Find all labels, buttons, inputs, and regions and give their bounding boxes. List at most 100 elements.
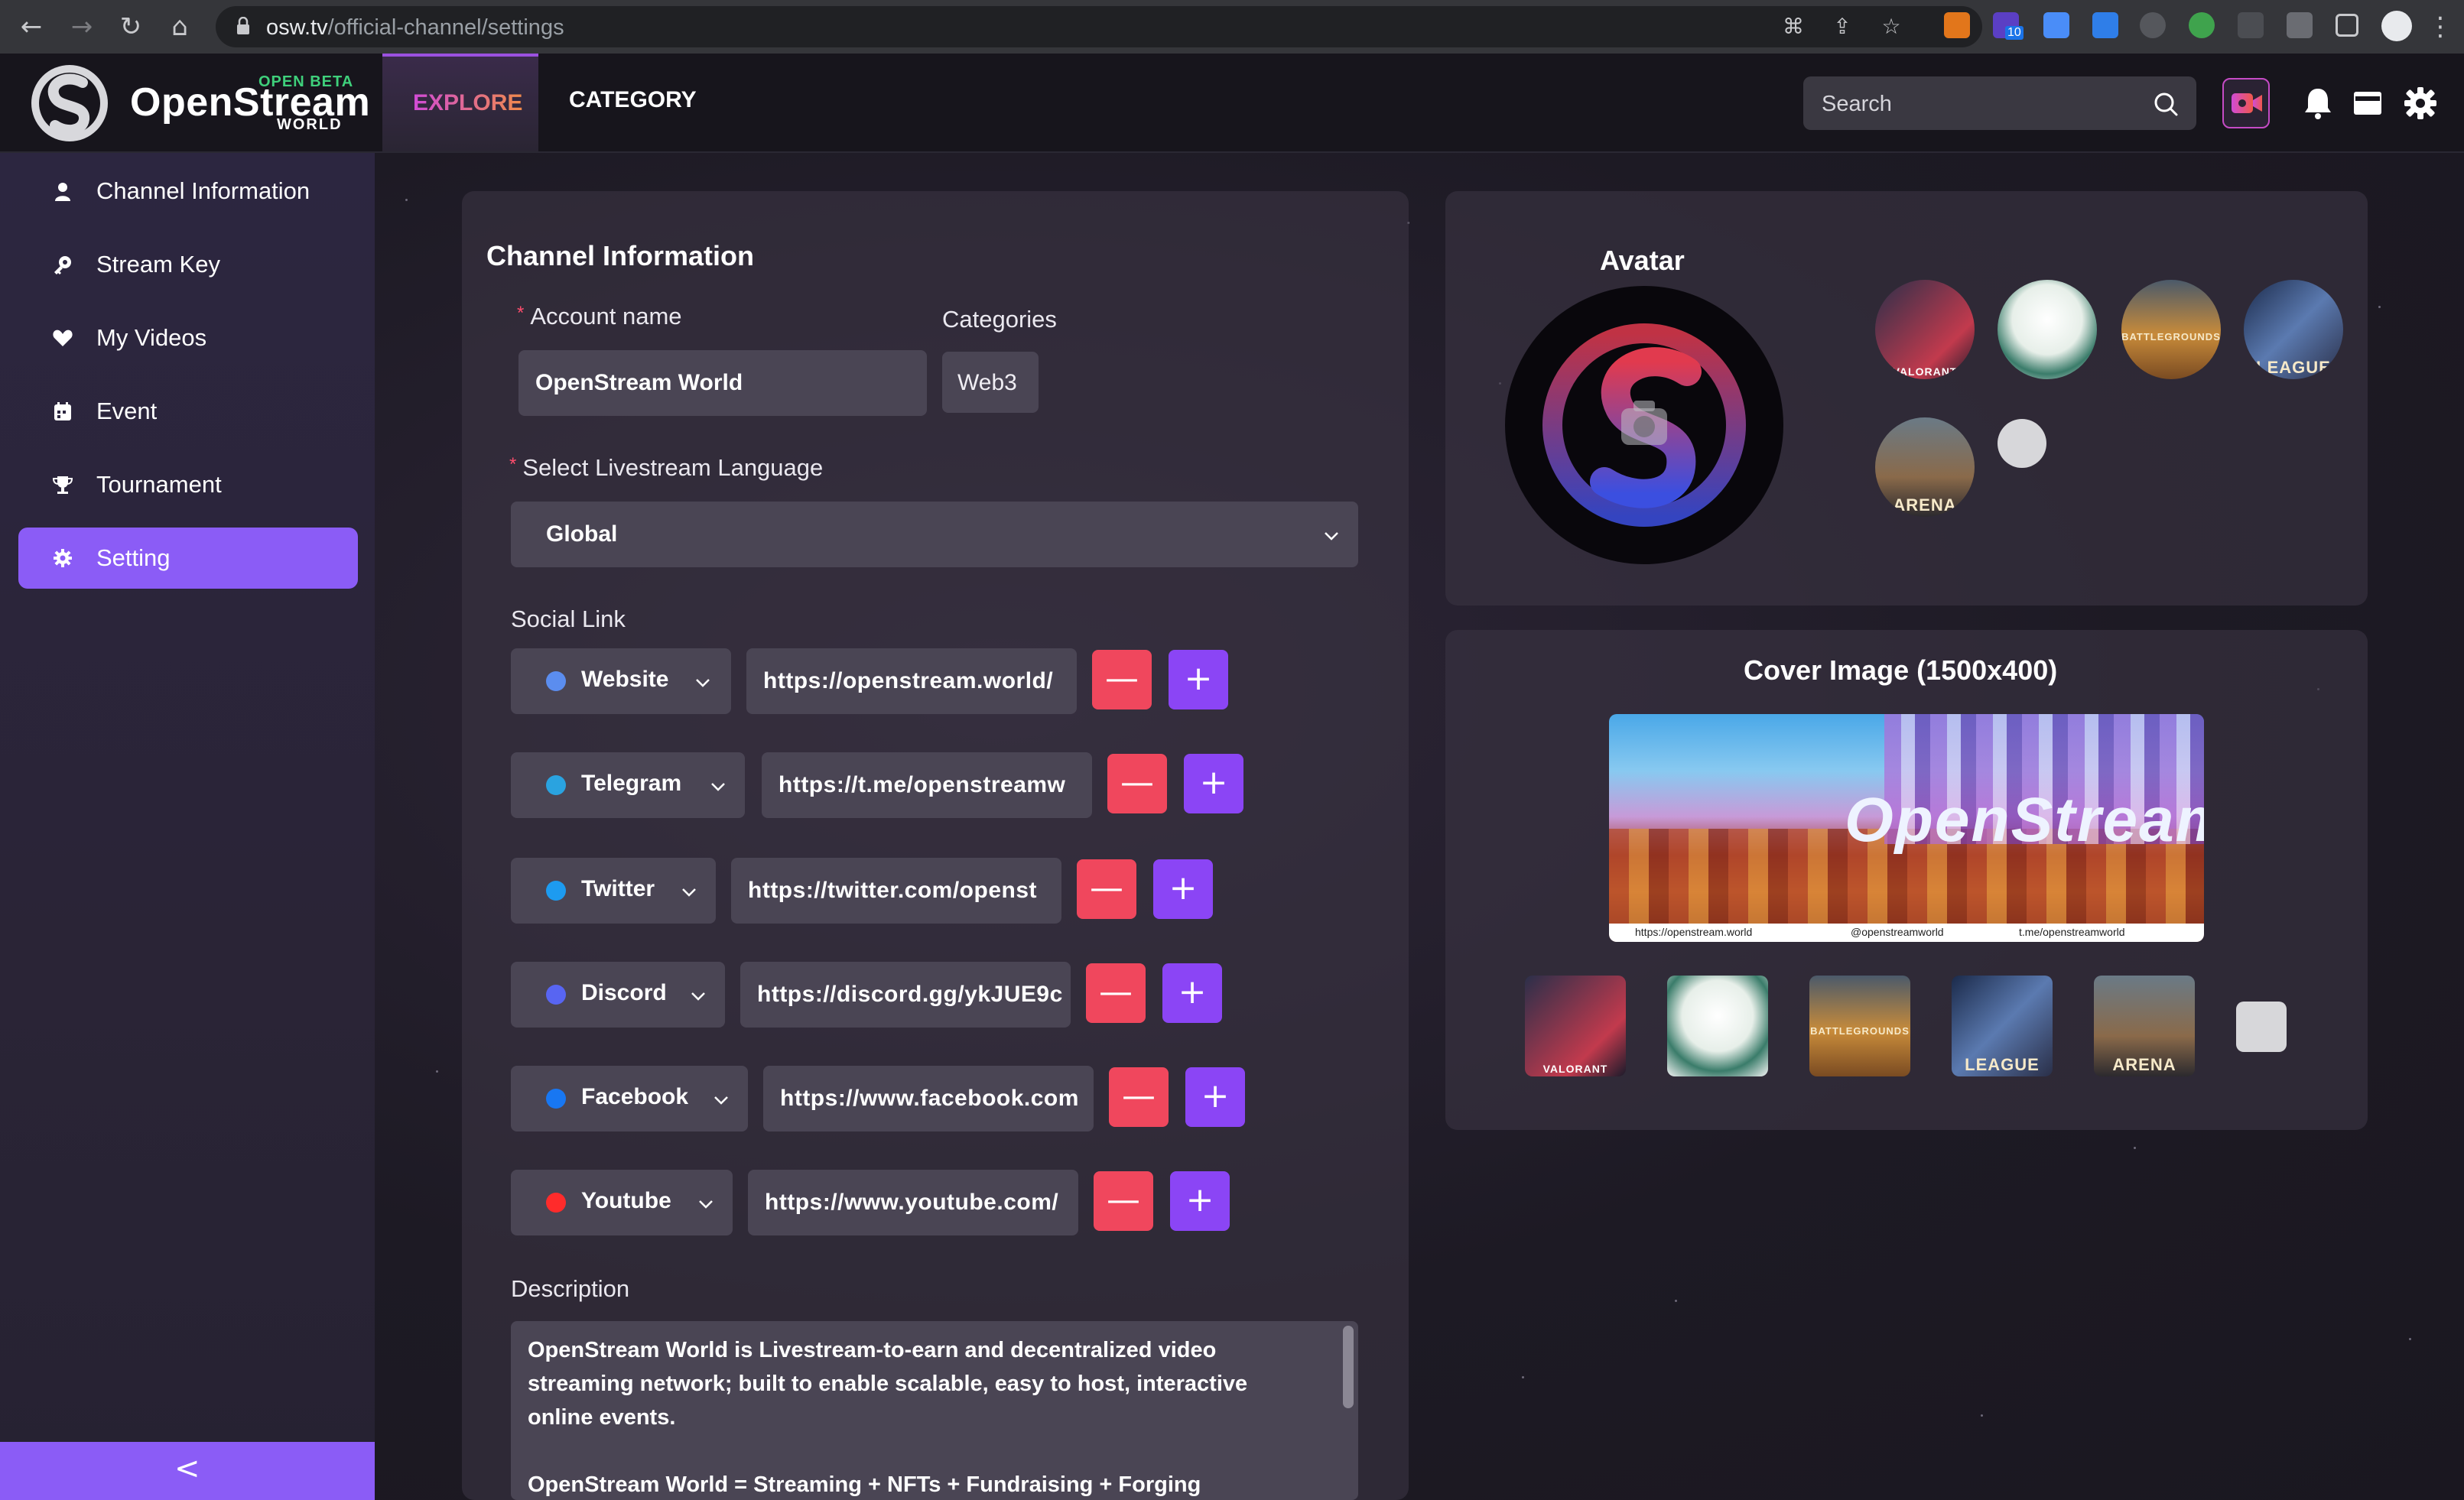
category-tag[interactable]: Web3	[942, 352, 1039, 413]
add-social-button[interactable]: +	[1169, 650, 1228, 709]
social-platform-select-website[interactable]: Website	[511, 648, 731, 714]
sidebar-item-setting[interactable]: Setting	[18, 528, 358, 589]
translate-icon[interactable]: ⌘	[1782, 15, 1805, 38]
avatar-option-league[interactable]: LEAGUE	[2244, 280, 2343, 379]
remove-social-button[interactable]: —	[1086, 963, 1146, 1023]
avatar-option-valorant[interactable]: VALORANT	[1875, 280, 1975, 379]
download-extension-icon[interactable]	[2092, 12, 2118, 38]
sidebar: Channel Information Stream Key My Videos…	[0, 153, 375, 1500]
address-bar[interactable]: osw.tv/official-channel/settings ⌘ ⇪ ☆	[216, 6, 1982, 47]
browser-toolbar: ← → ↻ ⌂ osw.tv/official-channel/settings…	[0, 0, 2464, 54]
back-icon[interactable]: ←	[15, 11, 47, 43]
forward-icon[interactable]: →	[66, 11, 98, 43]
puzzle-icon[interactable]	[2287, 12, 2313, 38]
remove-social-button[interactable]: —	[1109, 1067, 1169, 1127]
social-url-field-telegram[interactable]: https://t.me/openstreamw	[762, 752, 1092, 818]
green-extension-icon[interactable]	[2189, 12, 2215, 38]
search-icon[interactable]	[2154, 92, 2178, 116]
avatar-option-battlegrounds[interactable]: BATTLEGROUNDS	[2121, 280, 2221, 379]
cover-option-arena[interactable]: ARENA	[2094, 976, 2195, 1076]
cover-image-preview[interactable]: OpenStream https://openstream.world @ope…	[1609, 714, 2204, 942]
social-platform-label: Website	[581, 667, 669, 692]
add-social-button[interactable]: +	[1185, 1067, 1245, 1127]
sidebar-item-label: Tournament	[96, 471, 222, 498]
add-social-button[interactable]: +	[1170, 1171, 1230, 1231]
minus-icon: —	[1099, 972, 1133, 1011]
globe-icon	[546, 671, 566, 691]
home-icon[interactable]: ⌂	[164, 11, 196, 43]
social-platform-select-facebook[interactable]: Facebook	[511, 1066, 748, 1131]
bell-icon[interactable]	[2296, 81, 2340, 125]
remove-social-button[interactable]: —	[1092, 650, 1152, 709]
star-icon[interactable]: ☆	[1880, 15, 1903, 38]
cover-upload-button[interactable]	[2236, 1002, 2287, 1052]
cover-option-valorant[interactable]: VALORANT	[1525, 976, 1626, 1076]
add-social-button[interactable]: +	[1162, 963, 1222, 1023]
sidebar-item-my-videos[interactable]: My Videos	[18, 307, 358, 369]
openstream-logo-icon[interactable]	[28, 63, 112, 144]
lock-icon	[237, 17, 249, 34]
remove-social-button[interactable]: —	[1077, 859, 1136, 919]
avatar-preview[interactable]	[1505, 286, 1783, 564]
social-url-field-twitter[interactable]: https://twitter.com/openst	[731, 858, 1061, 924]
cover-footer-link: https://openstream.world	[1635, 926, 1753, 938]
settings-gear-icon[interactable]	[2398, 81, 2443, 125]
remove-social-button[interactable]: —	[1094, 1171, 1153, 1231]
logo-subtitle: WORLD	[277, 116, 343, 133]
social-platform-select-twitter[interactable]: Twitter	[511, 858, 716, 924]
description-scrollbar[interactable]	[1343, 1326, 1354, 1408]
plus-icon: +	[1199, 763, 1228, 802]
sidebar-item-label: Channel Information	[96, 177, 310, 204]
social-platform-label: Discord	[581, 980, 667, 1005]
tool-extension-icon[interactable]	[2238, 12, 2264, 38]
social-platform-label: Youtube	[581, 1188, 671, 1213]
avatar-option-arena[interactable]: ARENA	[1875, 417, 1975, 517]
avatar-option-genshin[interactable]	[1998, 280, 2097, 379]
url-text: osw.tv/official-channel/settings	[266, 15, 564, 40]
avatar-upload-button[interactable]	[1998, 419, 2046, 468]
social-platform-select-youtube[interactable]: Youtube	[511, 1170, 733, 1235]
add-social-button[interactable]: +	[1184, 754, 1243, 813]
social-url-field-facebook[interactable]: https://www.facebook.com	[763, 1066, 1094, 1131]
reload-icon[interactable]: ↻	[115, 11, 147, 43]
plus-icon: +	[1185, 1180, 1214, 1219]
sidebar-item-channel-information[interactable]: Channel Information	[18, 161, 358, 222]
account-name-field[interactable]: OpenStream World	[518, 350, 927, 416]
metamask-icon[interactable]	[1944, 12, 1970, 38]
cover-option-genshin[interactable]	[1667, 976, 1768, 1076]
social-url-field-discord[interactable]: https://discord.gg/ykJUE9c	[740, 962, 1071, 1028]
circle-extension-icon[interactable]	[2140, 12, 2166, 38]
social-platform-select-discord[interactable]: Discord	[511, 962, 725, 1028]
cover-option-battlegrounds[interactable]: BATTLEGROUNDS	[1809, 976, 1910, 1076]
wallet-icon[interactable]	[2345, 81, 2389, 125]
sidebar-collapse-button[interactable]: <	[0, 1442, 375, 1500]
cover-option-league[interactable]: LEAGUE	[1952, 976, 2053, 1076]
share-icon[interactable]: ⇪	[1831, 15, 1854, 38]
sidebar-item-event[interactable]: Event	[18, 381, 358, 442]
chevron-down-icon	[714, 1096, 728, 1105]
heart-icon	[53, 330, 73, 346]
telegram-icon	[546, 775, 566, 795]
description-text: OpenStream World is Livestream-to-earn a…	[528, 1338, 1248, 1497]
sidebar-item-stream-key[interactable]: Stream Key	[18, 234, 358, 295]
social-platform-select-telegram[interactable]: Telegram	[511, 752, 745, 818]
search-input[interactable]	[1820, 76, 2144, 131]
sidepanel-icon[interactable]	[2336, 14, 2358, 37]
sidebar-item-tournament[interactable]: Tournament	[18, 454, 358, 515]
nav-category[interactable]: CATEGORY	[569, 87, 697, 113]
go-live-button[interactable]	[2222, 78, 2270, 128]
language-select[interactable]: Global	[511, 502, 1358, 567]
profile-avatar[interactable]	[2381, 11, 2412, 41]
extension-icon[interactable]: 10	[1993, 12, 2024, 40]
video-camera-icon	[2232, 93, 2262, 113]
add-social-button[interactable]: +	[1153, 859, 1213, 919]
social-url-field-website[interactable]: https://openstream.world/	[746, 648, 1077, 714]
more-menu-icon[interactable]: ⋮	[2424, 11, 2456, 43]
cover-banner-text: OpenStream	[1845, 785, 2204, 855]
nav-explore[interactable]: EXPLORE	[382, 54, 538, 151]
social-url-field-youtube[interactable]: https://www.youtube.com/	[748, 1170, 1078, 1235]
remove-social-button[interactable]: —	[1107, 754, 1167, 813]
docs-extension-icon[interactable]	[2043, 12, 2069, 38]
description-textarea[interactable]: OpenStream World is Livestream-to-earn a…	[511, 1321, 1358, 1500]
chevron-left-icon: <	[174, 1451, 200, 1486]
